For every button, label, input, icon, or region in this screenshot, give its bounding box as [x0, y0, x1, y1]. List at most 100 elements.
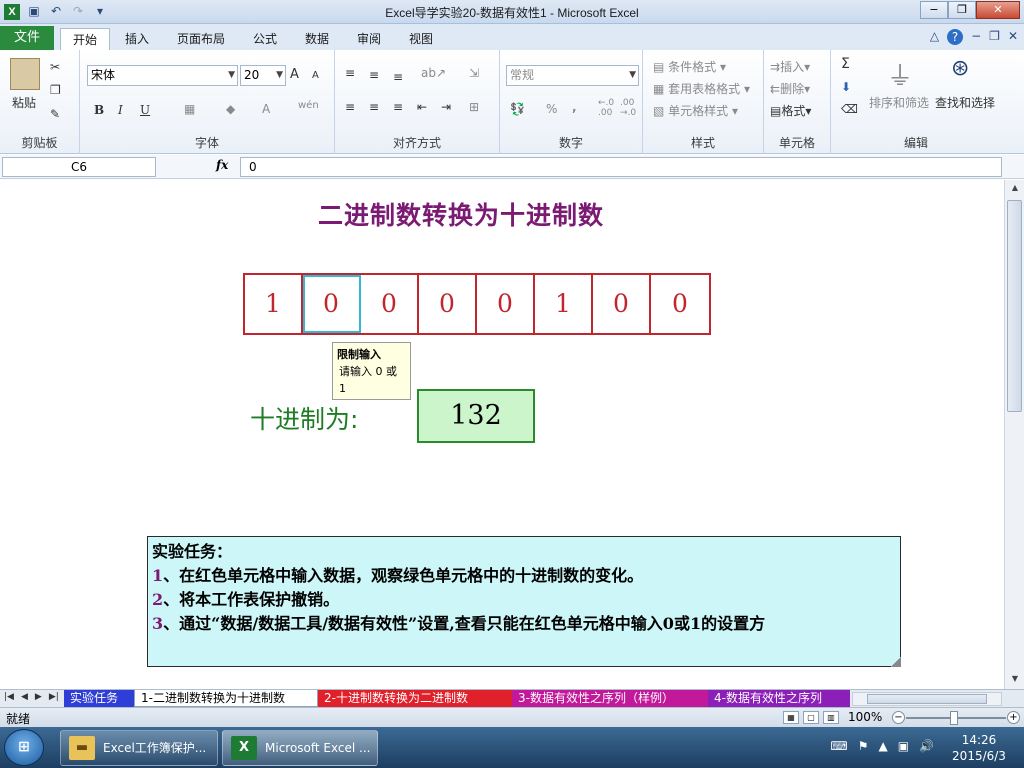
zoom-level[interactable]: 100% — [848, 710, 882, 724]
decrease-decimal-icon[interactable]: .00 →.0 — [620, 98, 640, 118]
formula-input[interactable]: 0 — [240, 157, 1002, 177]
scroll-down-icon[interactable]: ▼ — [1008, 674, 1022, 686]
sheet-tab-decimal-to-binary[interactable]: 2-十进制数转换为二进制数 — [318, 690, 512, 707]
font-color-icon[interactable]: A — [262, 102, 270, 116]
format-painter-icon[interactable]: ✎ — [50, 107, 60, 121]
phonetic-icon[interactable]: wén — [298, 100, 319, 111]
doc-restore-icon[interactable]: ❐ — [989, 29, 1000, 45]
clear-icon[interactable]: ⌫ — [841, 102, 858, 116]
page-layout-view-icon[interactable]: ▢ — [803, 711, 819, 724]
help-icon[interactable]: ? — [947, 29, 964, 45]
close-button[interactable]: ✕ — [976, 1, 1020, 19]
insert-cells-button[interactable]: ⇉插入▾ — [770, 58, 810, 75]
last-sheet-icon[interactable]: ▶| — [49, 692, 59, 702]
format-cells-button[interactable]: ▤格式▾ — [770, 102, 811, 119]
align-center-icon[interactable]: ≡ — [369, 100, 379, 114]
binary-cell[interactable]: 0 — [419, 275, 477, 333]
find-select-label[interactable]: 查找和选择 — [935, 94, 995, 111]
align-bottom-icon[interactable]: ≡ — [393, 70, 403, 84]
doc-minimize-icon[interactable]: − — [971, 29, 981, 45]
network-icon[interactable]: ▣ — [898, 739, 909, 753]
tab-view[interactable]: 视图 — [400, 28, 442, 50]
sheet-tab-validation[interactable]: 4-数据有效性之序列 — [708, 690, 850, 707]
fill-icon[interactable]: ⬇ — [841, 80, 851, 94]
sheet-tab-validation-sample[interactable]: 3-数据有效性之序列（样例） — [512, 690, 708, 707]
binary-cell[interactable]: 0 — [593, 275, 651, 333]
volume-icon[interactable]: 🔊 — [919, 739, 934, 753]
conditional-formatting-button[interactable]: ▤ 条件格式 ▾ — [653, 58, 726, 75]
decrease-indent-icon[interactable]: ⇤ — [417, 100, 427, 114]
horizontal-scroll-thumb[interactable] — [867, 694, 987, 704]
taskbar-button-excel[interactable]: X Microsoft Excel ... — [222, 730, 378, 766]
font-name-select[interactable]: 宋体 ▼ — [87, 65, 238, 86]
name-box[interactable]: C6 — [2, 157, 156, 177]
italic-button[interactable]: I — [118, 103, 123, 117]
align-top-icon[interactable]: ≡ — [345, 66, 355, 80]
sort-filter-label[interactable]: 排序和筛选 — [869, 94, 929, 111]
cut-icon[interactable]: ✂ — [50, 60, 60, 74]
delete-cells-button[interactable]: ⇇删除▾ — [770, 80, 810, 97]
tab-insert[interactable]: 插入 — [116, 28, 158, 50]
task-textbox[interactable]: 实验任务： 1、在红色单元格中输入数据，观察绿色单元格中的十进制数的变化。 2、… — [147, 536, 901, 667]
merge-center-icon[interactable]: ⊞ — [469, 100, 479, 114]
autosum-icon[interactable]: Σ — [841, 56, 850, 72]
copy-icon[interactable]: ❐ — [50, 83, 61, 97]
horizontal-scrollbar[interactable] — [852, 692, 1002, 706]
first-sheet-icon[interactable]: |◀ — [4, 692, 14, 702]
tab-file[interactable]: 文件 — [0, 26, 54, 50]
sheet-tab-binary-to-decimal[interactable]: 1-二进制数转换为十进制数 — [134, 690, 318, 707]
align-right-icon[interactable]: ≡ — [393, 100, 403, 114]
percent-icon[interactable]: % — [546, 102, 557, 116]
sort-filter-icon[interactable]: ⏚ — [887, 56, 913, 93]
page-break-view-icon[interactable]: ▥ — [823, 711, 839, 724]
fill-color-icon[interactable]: ◆ — [226, 102, 235, 116]
keyboard-icon[interactable]: ⌨ — [830, 739, 847, 753]
paste-label[interactable]: 粘贴 — [12, 94, 36, 111]
binary-cell-selected[interactable]: 0 — [303, 275, 361, 333]
sheet-tab-tasks[interactable]: 实验任务 — [64, 690, 134, 707]
increase-decimal-icon[interactable]: ←.0 .00 — [598, 98, 618, 118]
network-tray-icon[interactable]: ⚑ — [858, 739, 869, 753]
zoom-slider[interactable]: − + — [892, 711, 1020, 725]
decimal-value-cell[interactable]: 132 — [417, 389, 535, 443]
align-left-icon[interactable]: ≡ — [345, 100, 355, 114]
font-size-select[interactable]: 20 ▼ — [240, 65, 286, 86]
zoom-knob[interactable] — [950, 711, 958, 725]
minimize-button[interactable]: − — [920, 1, 948, 19]
binary-cell[interactable]: 0 — [651, 275, 709, 333]
normal-view-icon[interactable]: ▦ — [783, 711, 799, 724]
next-sheet-icon[interactable]: ▶ — [35, 692, 42, 702]
bold-button[interactable]: B — [94, 103, 104, 117]
scroll-up-icon[interactable]: ▲ — [1008, 183, 1022, 195]
number-format-select[interactable]: 常规 ▼ — [506, 65, 639, 86]
cell-styles-button[interactable]: ▧ 单元格样式 ▾ — [653, 102, 738, 119]
minimize-ribbon-icon[interactable]: △ — [930, 29, 939, 45]
find-select-icon[interactable]: ⊛ — [951, 56, 969, 81]
currency-icon[interactable]: 💱 — [510, 102, 525, 116]
prev-sheet-icon[interactable]: ◀ — [21, 692, 28, 702]
orientation-icon[interactable]: ab↗ — [421, 66, 446, 80]
paste-icon[interactable] — [10, 58, 40, 90]
comma-icon[interactable]: , — [572, 100, 577, 114]
underline-button[interactable]: U — [140, 103, 150, 117]
align-middle-icon[interactable]: ≡ — [369, 68, 379, 82]
show-hidden-icons[interactable]: ▲ — [878, 739, 887, 753]
border-icon[interactable]: ▦ — [184, 102, 195, 116]
zoom-in-icon[interactable]: + — [1007, 711, 1020, 724]
tab-formulas[interactable]: 公式 — [244, 28, 286, 50]
increase-indent-icon[interactable]: ⇥ — [441, 100, 451, 114]
restore-button[interactable]: ❐ — [948, 1, 976, 19]
grow-font-icon[interactable]: A — [290, 67, 299, 82]
binary-cell[interactable]: 1 — [245, 275, 303, 333]
tab-review[interactable]: 审阅 — [348, 28, 390, 50]
binary-cell[interactable]: 0 — [361, 275, 419, 333]
tab-data[interactable]: 数据 — [296, 28, 338, 50]
zoom-out-icon[interactable]: − — [892, 711, 905, 724]
vertical-scrollbar[interactable]: ▲ ▼ — [1004, 180, 1024, 689]
tab-page-layout[interactable]: 页面布局 — [170, 28, 232, 50]
doc-close-icon[interactable]: ✕ — [1008, 29, 1018, 45]
binary-cell[interactable]: 1 — [535, 275, 593, 333]
vertical-scroll-thumb[interactable] — [1007, 200, 1022, 412]
format-as-table-button[interactable]: ▦ 套用表格格式 ▾ — [653, 80, 750, 97]
tab-home[interactable]: 开始 — [60, 28, 110, 50]
